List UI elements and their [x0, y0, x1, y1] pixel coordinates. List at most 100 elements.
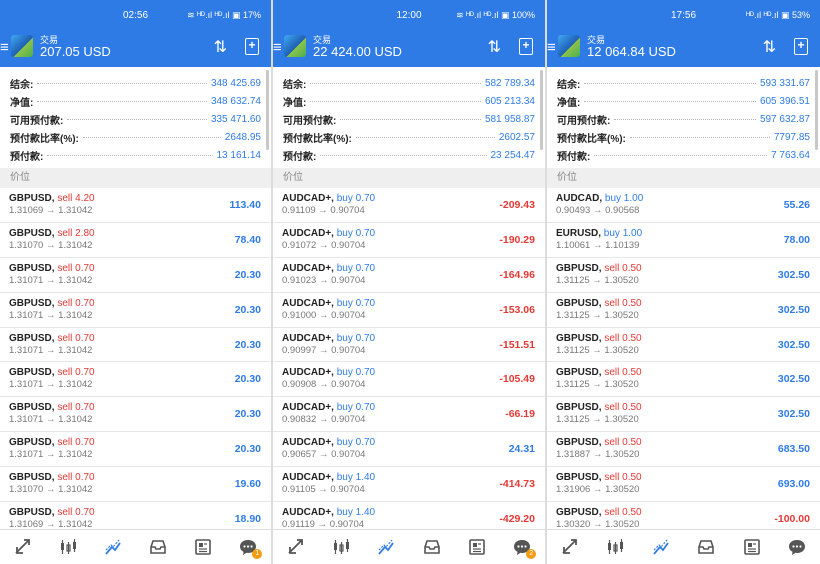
position-prices: 1.31070 → 1.31042	[9, 484, 93, 496]
news-icon[interactable]	[740, 535, 764, 559]
news-icon[interactable]	[465, 535, 489, 559]
position-prices: 1.31125 → 1.30520	[556, 274, 639, 286]
dotted-leader	[37, 101, 207, 103]
positions-list[interactable]: AUDCAD, buy 1.00 0.90493 → 0.90568 55.26…	[547, 188, 820, 537]
summary-row: 预付款比率(%): 2602.57	[283, 128, 535, 146]
scrollbar[interactable]	[266, 70, 269, 150]
position-symbol: AUDCAD+,	[282, 262, 334, 274]
summary-row: 净值: 348 632.74	[10, 93, 261, 111]
position-row[interactable]: GBPUSD, sell 0.70 1.31071 → 1.31042 20.3…	[0, 397, 271, 433]
position-row[interactable]: GBPUSD, sell 0.50 1.31887 → 1.30520 683.…	[547, 432, 820, 468]
sort-arrows-icon[interactable]: ⇅	[763, 37, 776, 57]
position-row[interactable]: GBPUSD, sell 0.50 1.31125 → 1.30520 302.…	[547, 362, 820, 398]
chart-icon[interactable]	[329, 535, 353, 559]
trade-icon[interactable]	[101, 535, 125, 559]
chart-icon[interactable]	[603, 535, 627, 559]
history-icon[interactable]	[420, 535, 444, 559]
position-prices: 0.90493 → 0.90568	[556, 204, 640, 216]
scrollbar[interactable]	[540, 70, 543, 150]
summary-label: 净值:	[283, 98, 307, 110]
position-row[interactable]: GBPUSD, sell 0.70 1.31071 → 1.31042 20.3…	[0, 328, 271, 363]
position-row[interactable]: AUDCAD+, buy 0.70 0.91000 → 0.90704 -153…	[273, 293, 545, 328]
status-system-icons: ≋ ᴴᴰ.ıl ᴴᴰ.ıl ▣ 100%	[456, 10, 535, 20]
phone-screen-3: 17:56 ᴴᴰ.ıl ᴴᴰ.ıl ▣ 53% ≡ 交易 12 064.84 U…	[547, 0, 820, 564]
position-direction: sell 0.50	[604, 262, 642, 274]
position-row[interactable]: GBPUSD, sell 4.20 1.31069 → 1.31042 113.…	[0, 188, 271, 223]
position-prices: 0.91000 → 0.90704	[282, 309, 366, 321]
position-row[interactable]: GBPUSD, sell 0.50 1.31125 → 1.30520 302.…	[547, 328, 820, 363]
messages-icon[interactable]	[785, 535, 809, 559]
position-row[interactable]: GBPUSD, sell 0.70 1.31071 → 1.31042 20.3…	[0, 432, 271, 468]
hamburger-menu-icon[interactable]: ≡	[273, 39, 282, 56]
news-icon[interactable]	[191, 535, 215, 559]
dotted-leader	[67, 118, 207, 120]
position-direction: sell 0.50	[604, 297, 642, 309]
position-symbol: GBPUSD,	[9, 262, 55, 274]
scrollbar[interactable]	[815, 70, 818, 150]
hamburger-menu-icon[interactable]: ≡	[547, 39, 556, 56]
position-row[interactable]: AUDCAD+, buy 0.70 0.91023 → 0.90704 -164…	[273, 258, 545, 293]
position-symbol: AUDCAD+,	[282, 192, 334, 204]
position-row[interactable]: GBPUSD, sell 0.70 1.31071 → 1.31042 20.3…	[0, 362, 271, 398]
position-symbol: GBPUSD,	[556, 332, 602, 344]
status-bar: 17:56 ᴴᴰ.ıl ᴴᴰ.ıl ▣ 53%	[547, 0, 820, 30]
sort-arrows-icon[interactable]: ⇅	[488, 37, 501, 57]
trade-icon[interactable]	[374, 535, 398, 559]
position-symbol-line: GBPUSD, sell 0.70	[9, 367, 95, 378]
position-profit: -105.49	[499, 373, 535, 386]
trade-icon[interactable]	[649, 535, 673, 559]
hamburger-menu-icon[interactable]: ≡	[0, 39, 9, 56]
chart-icon[interactable]	[56, 535, 80, 559]
position-row[interactable]: GBPUSD, sell 0.50 1.31125 → 1.30520 302.…	[547, 258, 820, 293]
position-symbol: GBPUSD,	[9, 507, 55, 518]
position-row[interactable]: GBPUSD, sell 0.70 1.31071 → 1.31042 20.3…	[0, 293, 271, 328]
history-icon[interactable]	[146, 535, 170, 559]
add-order-icon[interactable]: +	[794, 38, 808, 55]
position-direction: buy 0.70	[336, 227, 376, 239]
messages-icon[interactable]: 1	[236, 535, 263, 559]
trade-header: ≡ 交易 12 064.84 USD ⇅ +	[547, 30, 820, 67]
position-direction: buy 0.70	[336, 437, 376, 449]
position-row[interactable]: AUDCAD+, buy 0.70 0.90908 → 0.90704 -105…	[273, 362, 545, 398]
position-symbol: AUDCAD+,	[282, 437, 334, 449]
positions-section-header: 价位	[547, 167, 820, 188]
position-row[interactable]: AUDCAD+, buy 0.70 0.90832 → 0.90704 -66.…	[273, 397, 545, 433]
position-row[interactable]: EURUSD, buy 1.00 1.10061 → 1.10139 78.00	[547, 223, 820, 258]
position-row[interactable]: GBPUSD, sell 0.50 1.31906 → 1.30520 693.…	[547, 467, 820, 502]
add-order-icon[interactable]: +	[519, 38, 533, 55]
position-profit: -164.96	[499, 268, 535, 281]
positions-list[interactable]: AUDCAD+, buy 0.70 0.91109 → 0.90704 -209…	[273, 188, 545, 537]
quotes-icon[interactable]	[11, 535, 35, 559]
position-row[interactable]: AUDCAD+, buy 0.70 0.90657 → 0.90704 24.3…	[273, 432, 545, 468]
position-row[interactable]: AUDCAD+, buy 0.70 0.90997 → 0.90704 -151…	[273, 328, 545, 363]
position-row[interactable]: AUDCAD+, buy 0.70 0.91072 → 0.90704 -190…	[273, 223, 545, 258]
app-logo-icon	[11, 35, 33, 57]
position-row[interactable]: AUDCAD+, buy 0.70 0.91109 → 0.90704 -209…	[273, 188, 545, 223]
quotes-icon[interactable]	[284, 535, 308, 559]
status-bar: 02:56 ≋ ᴴᴰ.ıl ᴴᴰ.ıl ▣ 17%	[0, 0, 271, 30]
position-profit: -153.06	[499, 303, 535, 316]
position-direction: sell 0.70	[57, 367, 95, 379]
history-icon[interactable]	[694, 535, 718, 559]
positions-list[interactable]: GBPUSD, sell 4.20 1.31069 → 1.31042 113.…	[0, 188, 271, 537]
position-profit: 302.50	[777, 338, 810, 351]
summary-row: 结余: 593 331.67	[557, 75, 810, 93]
account-summary: 结余: 582 789.34 净值: 605 213.34 可用预付款: 581…	[273, 67, 545, 164]
add-order-icon[interactable]: +	[245, 38, 259, 55]
position-direction: sell 0.50	[604, 437, 642, 449]
header-profit: 22 424.00 USD	[313, 44, 402, 59]
position-row[interactable]: GBPUSD, sell 0.50 1.31125 → 1.30520 302.…	[547, 397, 820, 433]
quotes-icon[interactable]	[558, 535, 582, 559]
summary-value: 597 632.87	[759, 113, 810, 125]
position-row[interactable]: AUDCAD+, buy 1.40 0.91105 → 0.90704 -414…	[273, 467, 545, 502]
position-prices: 1.31071 → 1.31042	[9, 344, 93, 356]
position-row[interactable]: GBPUSD, sell 0.70 1.31071 → 1.31042 20.3…	[0, 258, 271, 293]
position-row[interactable]: GBPUSD, sell 2.80 1.31070 → 1.31042 78.4…	[0, 223, 271, 258]
messages-icon[interactable]: 2	[510, 535, 537, 559]
position-row[interactable]: GBPUSD, sell 0.70 1.31070 → 1.31042 19.6…	[0, 467, 271, 502]
position-profit: 20.30	[234, 408, 261, 421]
position-prices: 1.31070 → 1.31042	[9, 239, 93, 251]
position-row[interactable]: GBPUSD, sell 0.50 1.31125 → 1.30520 302.…	[547, 293, 820, 328]
sort-arrows-icon[interactable]: ⇅	[214, 37, 227, 57]
position-row[interactable]: AUDCAD, buy 1.00 0.90493 → 0.90568 55.26	[547, 188, 820, 223]
